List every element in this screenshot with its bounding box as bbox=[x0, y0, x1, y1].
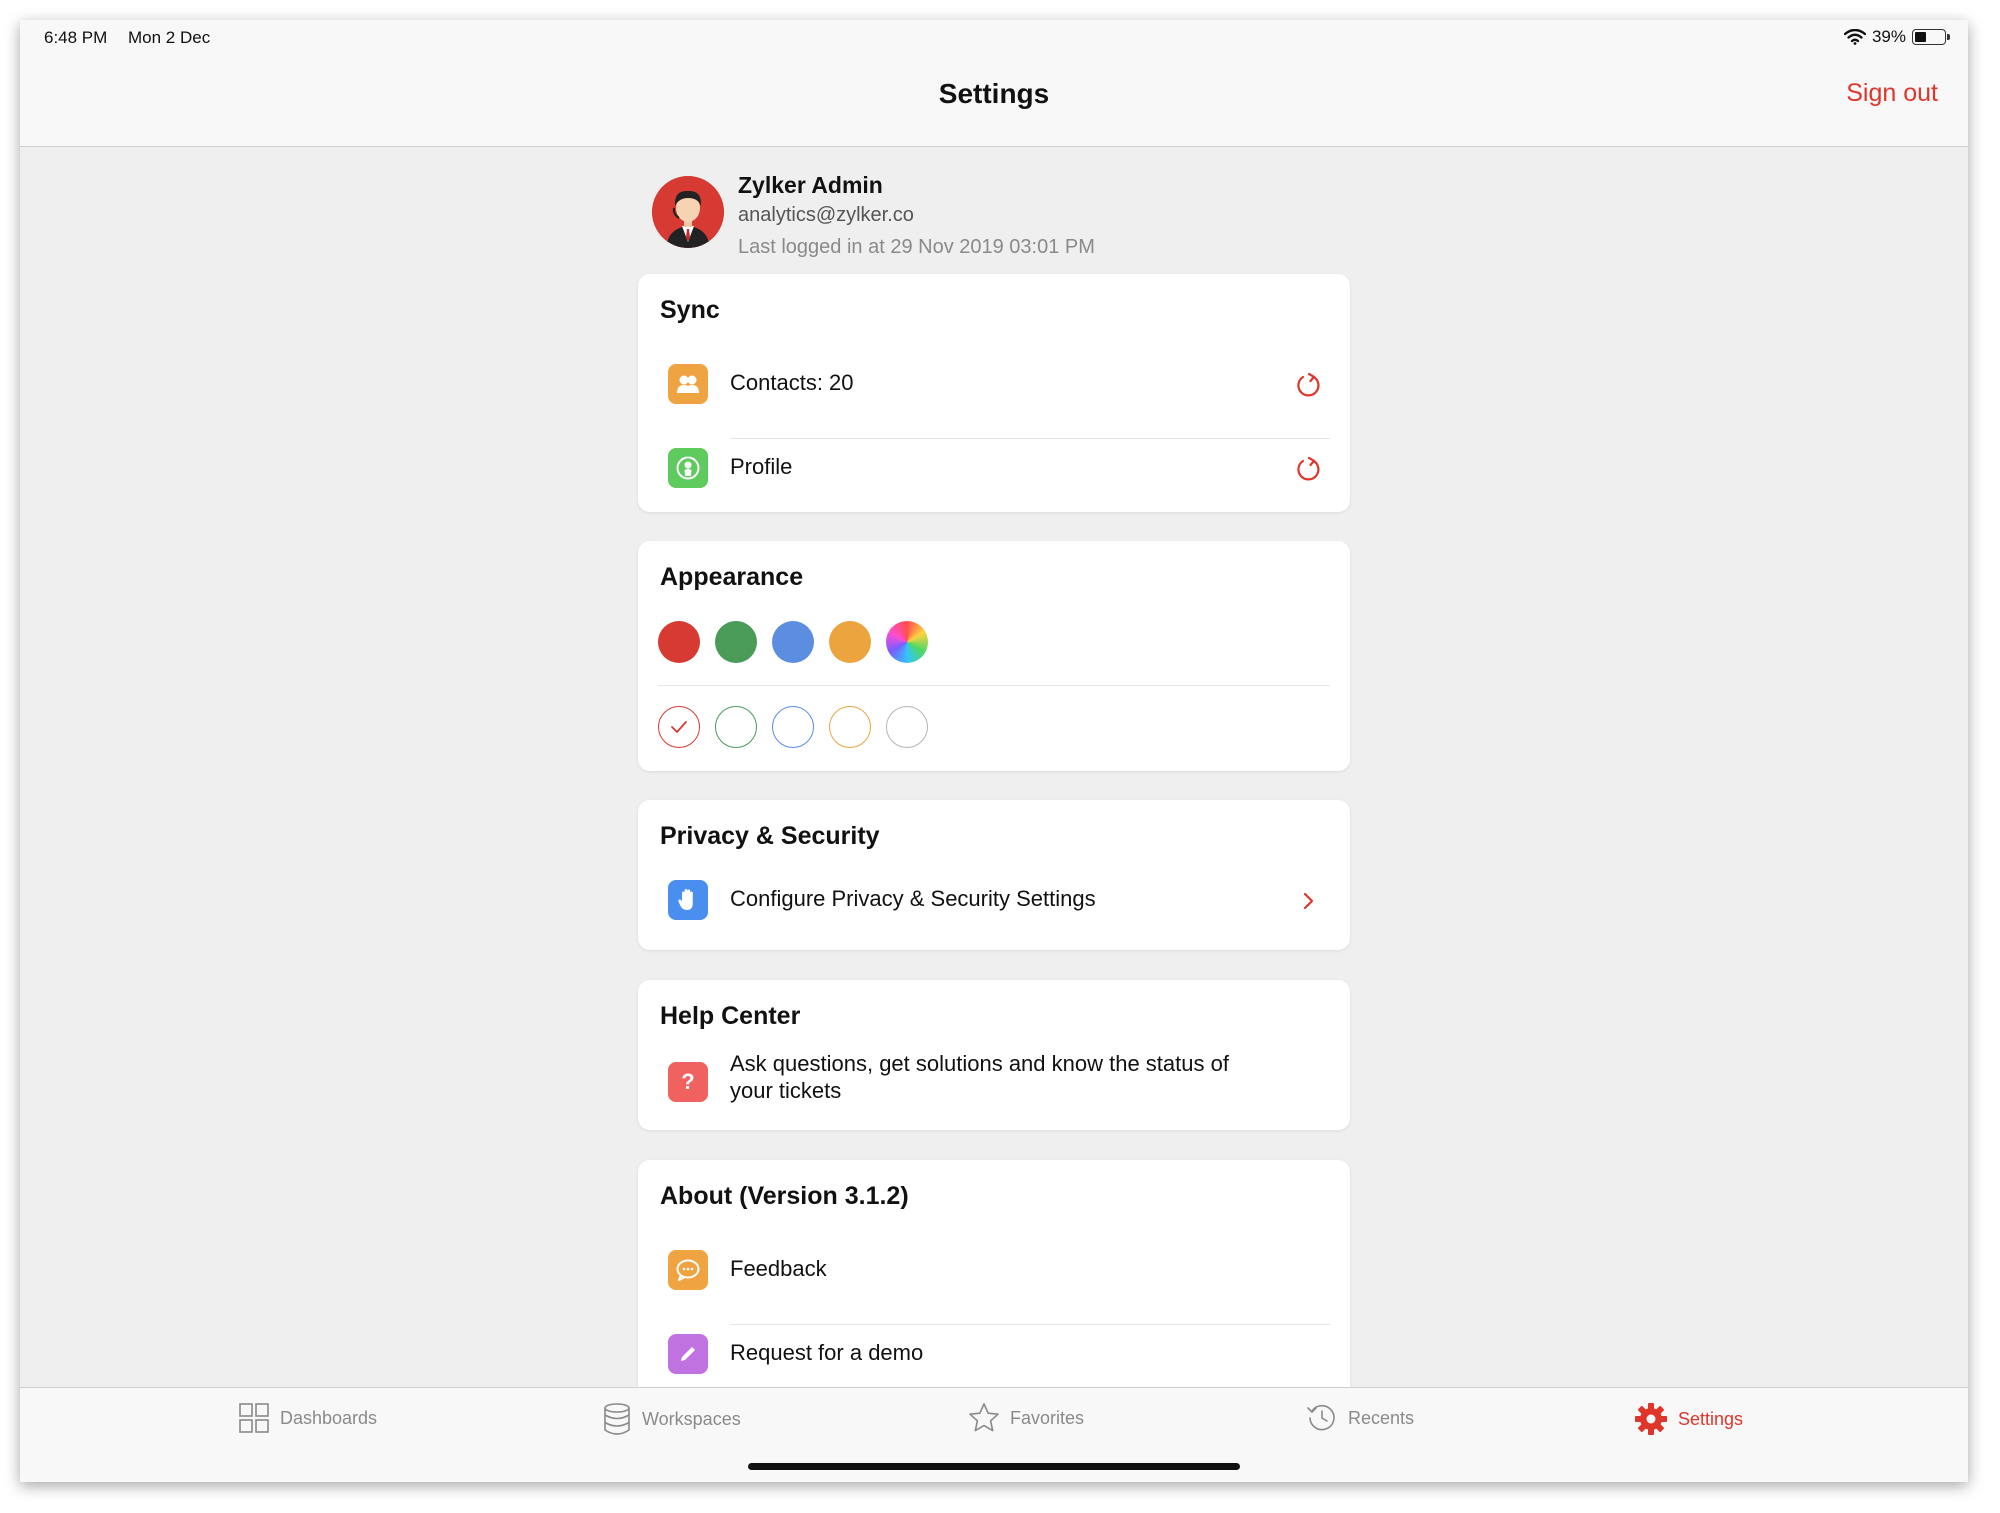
sync-contacts-label: Contacts: 20 bbox=[730, 370, 854, 395]
home-indicator bbox=[748, 1463, 1240, 1470]
navigation-bar: Settings Sign out bbox=[20, 56, 1968, 147]
appearance-card: Appearance bbox=[638, 541, 1350, 771]
tab-bar: Dashboards Workspaces Favorites Recents … bbox=[20, 1387, 1968, 1482]
refresh-icon[interactable] bbox=[1294, 454, 1324, 484]
profile-icon bbox=[668, 448, 708, 488]
profile-email: analytics@zylker.co bbox=[738, 204, 914, 226]
privacy-security-card: Privacy & Security Configure Privacy & S… bbox=[638, 800, 1350, 950]
outline-swatch-gray[interactable] bbox=[886, 706, 928, 748]
request-demo-row[interactable]: Request for a demo bbox=[638, 1312, 1350, 1398]
tab-dashboards-label: Dashboards bbox=[280, 1407, 378, 1428]
sync-contacts-row[interactable]: Contacts: 20 bbox=[638, 342, 1350, 428]
outline-swatch-blue[interactable] bbox=[772, 706, 814, 748]
tab-settings-label: Settings bbox=[1678, 1408, 1744, 1429]
workspaces-icon bbox=[604, 1403, 630, 1435]
sign-out-button[interactable]: Sign out bbox=[1846, 79, 1938, 108]
about-title: About (Version 3.1.2) bbox=[660, 1182, 909, 1210]
checkmark-icon bbox=[671, 721, 687, 733]
question-icon: ? bbox=[668, 1062, 708, 1102]
help-center-card: Help Center ? Ask questions, get solutio… bbox=[638, 980, 1350, 1130]
wifi-icon bbox=[1843, 29, 1866, 45]
status-indicators: 39% bbox=[1843, 27, 1950, 47]
color-swatch-rainbow[interactable] bbox=[886, 621, 928, 663]
sync-title: Sync bbox=[660, 296, 720, 324]
sync-card: Sync Contacts: 20 Profile bbox=[638, 274, 1350, 512]
last-login-text: Last logged in at 29 Nov 2019 03:01 PM bbox=[738, 236, 1095, 258]
color-swatch-green[interactable] bbox=[715, 621, 757, 663]
page-title: Settings bbox=[938, 78, 1050, 109]
profile-name: Zylker Admin bbox=[738, 172, 883, 198]
help-center-description: Ask questions, get solutions and know th… bbox=[730, 1050, 1229, 1104]
help-center-row[interactable]: ? Ask questions, get solutions and know … bbox=[638, 1038, 1350, 1124]
chevron-right-icon bbox=[1294, 886, 1324, 916]
refresh-icon[interactable] bbox=[1294, 370, 1324, 400]
outline-color-swatches bbox=[658, 706, 928, 748]
tab-workspaces-label: Workspaces bbox=[642, 1408, 741, 1429]
tab-workspaces[interactable]: Workspaces bbox=[602, 1402, 741, 1436]
dashboards-icon bbox=[239, 1403, 269, 1433]
color-swatch-blue[interactable] bbox=[772, 621, 814, 663]
theme-color-swatches bbox=[658, 621, 928, 663]
favorites-icon bbox=[969, 1403, 999, 1432]
avatar bbox=[652, 176, 724, 248]
pencil-icon bbox=[668, 1334, 708, 1374]
color-swatch-red[interactable] bbox=[658, 621, 700, 663]
outline-swatch-orange[interactable] bbox=[829, 706, 871, 748]
request-demo-label: Request for a demo bbox=[730, 1340, 924, 1365]
tab-recents-label: Recents bbox=[1348, 1407, 1415, 1428]
battery-percent: 39% bbox=[1871, 27, 1906, 46]
privacy-settings-row[interactable]: Configure Privacy & Security Settings bbox=[638, 858, 1350, 944]
outline-swatch-red-selected[interactable] bbox=[658, 706, 700, 748]
hand-icon bbox=[668, 880, 708, 920]
battery-icon bbox=[1912, 29, 1950, 45]
about-card: About (Version 3.1.2) Feedback Request f… bbox=[638, 1160, 1350, 1420]
privacy-settings-label: Configure Privacy & Security Settings bbox=[730, 886, 1096, 911]
ipad-screen: 6:48 PM Mon 2 Dec 39% Settings Sign out bbox=[20, 20, 1968, 1482]
sync-profile-label: Profile bbox=[730, 454, 793, 479]
appearance-title: Appearance bbox=[660, 563, 804, 591]
settings-gear-icon bbox=[1635, 1403, 1667, 1435]
tab-favorites-label: Favorites bbox=[1010, 1407, 1085, 1428]
tab-favorites[interactable]: Favorites bbox=[968, 1402, 1084, 1434]
tab-dashboards[interactable]: Dashboards bbox=[238, 1402, 377, 1434]
sync-profile-row[interactable]: Profile bbox=[638, 426, 1350, 512]
tab-settings[interactable]: Settings bbox=[1634, 1402, 1743, 1436]
feedback-label: Feedback bbox=[730, 1256, 827, 1281]
contacts-icon bbox=[668, 364, 708, 404]
status-bar: 6:48 PM Mon 2 Dec 39% bbox=[20, 20, 1968, 56]
privacy-title: Privacy & Security bbox=[660, 822, 880, 850]
tab-recents[interactable]: Recents bbox=[1306, 1402, 1414, 1434]
help-title: Help Center bbox=[660, 1002, 801, 1030]
status-time: 6:48 PM bbox=[44, 28, 108, 47]
divider bbox=[658, 685, 1330, 686]
user-profile: Zylker Admin analytics@zylker.co Last lo… bbox=[652, 160, 1152, 270]
color-swatch-orange[interactable] bbox=[829, 621, 871, 663]
help-line-2: your tickets bbox=[730, 1078, 842, 1103]
help-line-1: Ask questions, get solutions and know th… bbox=[730, 1051, 1229, 1076]
feedback-row[interactable]: Feedback bbox=[638, 1228, 1350, 1314]
feedback-icon bbox=[668, 1250, 708, 1290]
recents-icon bbox=[1307, 1404, 1335, 1431]
outline-swatch-green[interactable] bbox=[715, 706, 757, 748]
status-date: Mon 2 Dec bbox=[128, 28, 211, 47]
